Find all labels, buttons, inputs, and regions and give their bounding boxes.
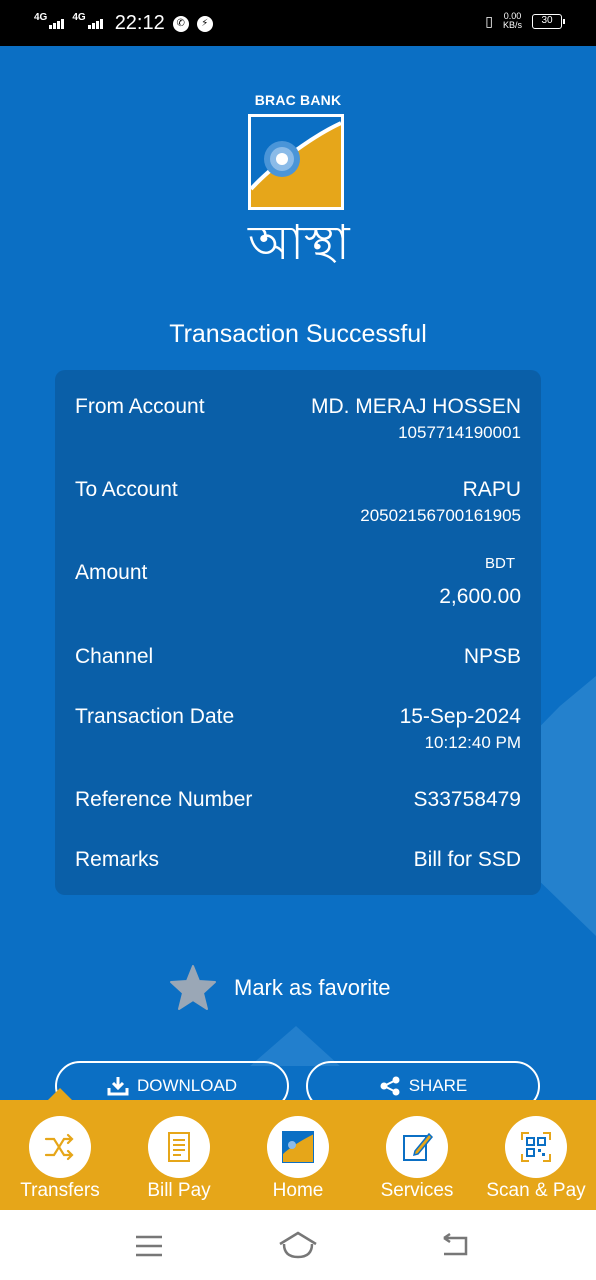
nav-home[interactable]: Home [238, 1116, 358, 1202]
services-icon [386, 1116, 448, 1178]
logo-script-text: আস্থা [248, 215, 350, 271]
from-account-label: From Account [75, 395, 205, 418]
nav-services-label: Services [380, 1180, 454, 1201]
download-icon [107, 1077, 129, 1096]
transaction-details-card: From Account MD. MERAJ HOSSEN 1057714190… [55, 370, 541, 895]
channel-value: NPSB [463, 645, 521, 668]
active-tab-indicator [48, 1088, 72, 1100]
transaction-date-label: Transaction Date [75, 705, 235, 728]
amount-currency: BDT [485, 555, 515, 572]
status-bar: 4G 4G 22:12 ✆ ⚡ ▯ 0.00 KB/s 30 [0, 0, 596, 46]
home-logo-icon [267, 1116, 329, 1178]
speed-unit: KB/s [502, 20, 522, 30]
signal-bars-icon [49, 19, 65, 29]
qr-scan-icon [505, 1116, 567, 1178]
logo-emblem [248, 114, 344, 210]
star-icon [170, 965, 216, 1010]
signal-2: 4G [72, 12, 103, 29]
to-account-label: To Account [75, 478, 178, 501]
battery-icon: 30 [532, 13, 565, 29]
nav-bill-pay[interactable]: Bill Pay [119, 1116, 239, 1202]
nav-bill-pay-label: Bill Pay [147, 1180, 211, 1201]
back-icon[interactable] [440, 1232, 470, 1258]
whatsapp-icon: ✆ [172, 15, 189, 32]
transaction-time-value: 10:12:40 PM [424, 733, 521, 752]
network-type-2: 4G [72, 12, 86, 23]
nav-scan-pay[interactable]: Scan & Pay [476, 1116, 596, 1202]
transaction-date-value: 15-Sep-2024 [399, 705, 521, 728]
menu-icon[interactable] [134, 1234, 164, 1258]
nav-transfers[interactable]: Transfers [0, 1116, 120, 1202]
logo-brand-text: BRAC BANK [254, 92, 342, 108]
channel-label: Channel [75, 645, 154, 668]
status-right: ▯ 0.00 KB/s 30 [485, 12, 565, 30]
network-type-1: 4G [34, 12, 48, 23]
bottom-navigation: Transfers Bill Pay Home Services Scan & … [0, 1088, 596, 1210]
reference-number-value: S33758479 [413, 788, 521, 811]
to-account-name: RAPU [462, 478, 521, 501]
mark-favorite-label: Mark as favorite [234, 975, 391, 1000]
share-icon [380, 1076, 400, 1096]
amount-value: 2,600.00 [439, 585, 521, 608]
amount-label: Amount [75, 561, 148, 584]
transfer-icon [29, 1116, 91, 1178]
home-icon[interactable] [278, 1230, 318, 1260]
system-navigation-bar [0, 1210, 596, 1280]
nav-services[interactable]: Services [357, 1116, 477, 1202]
from-account-number: 1057714190001 [398, 423, 521, 442]
nav-transfers-label: Transfers [20, 1180, 100, 1201]
remarks-label: Remarks [75, 848, 160, 871]
signal-bars-icon [87, 19, 103, 29]
clock: 22:12 [114, 12, 165, 34]
nav-home-label: Home [272, 1180, 324, 1201]
vibrate-icon: ▯ [485, 12, 493, 29]
network-speed: 0.00 KB/s [503, 12, 522, 30]
from-account-name: MD. MERAJ HOSSEN [310, 395, 521, 418]
signal-1: 4G [34, 12, 65, 29]
reference-number-label: Reference Number [75, 788, 253, 811]
page-title: Transaction Successful [169, 320, 427, 348]
to-account-number: 20502156700161905 [360, 506, 521, 525]
bill-icon [148, 1116, 210, 1178]
mark-favorite-toggle[interactable]: Mark as favorite [168, 960, 391, 1016]
nav-scan-pay-label: Scan & Pay [486, 1180, 586, 1201]
brac-bank-logo: BRAC BANK আস্থা [248, 92, 350, 271]
status-left: 4G 4G 22:12 ✆ ⚡ [34, 12, 213, 35]
messenger-icon: ⚡ [196, 15, 213, 32]
remarks-value: Bill for SSD [413, 848, 521, 871]
